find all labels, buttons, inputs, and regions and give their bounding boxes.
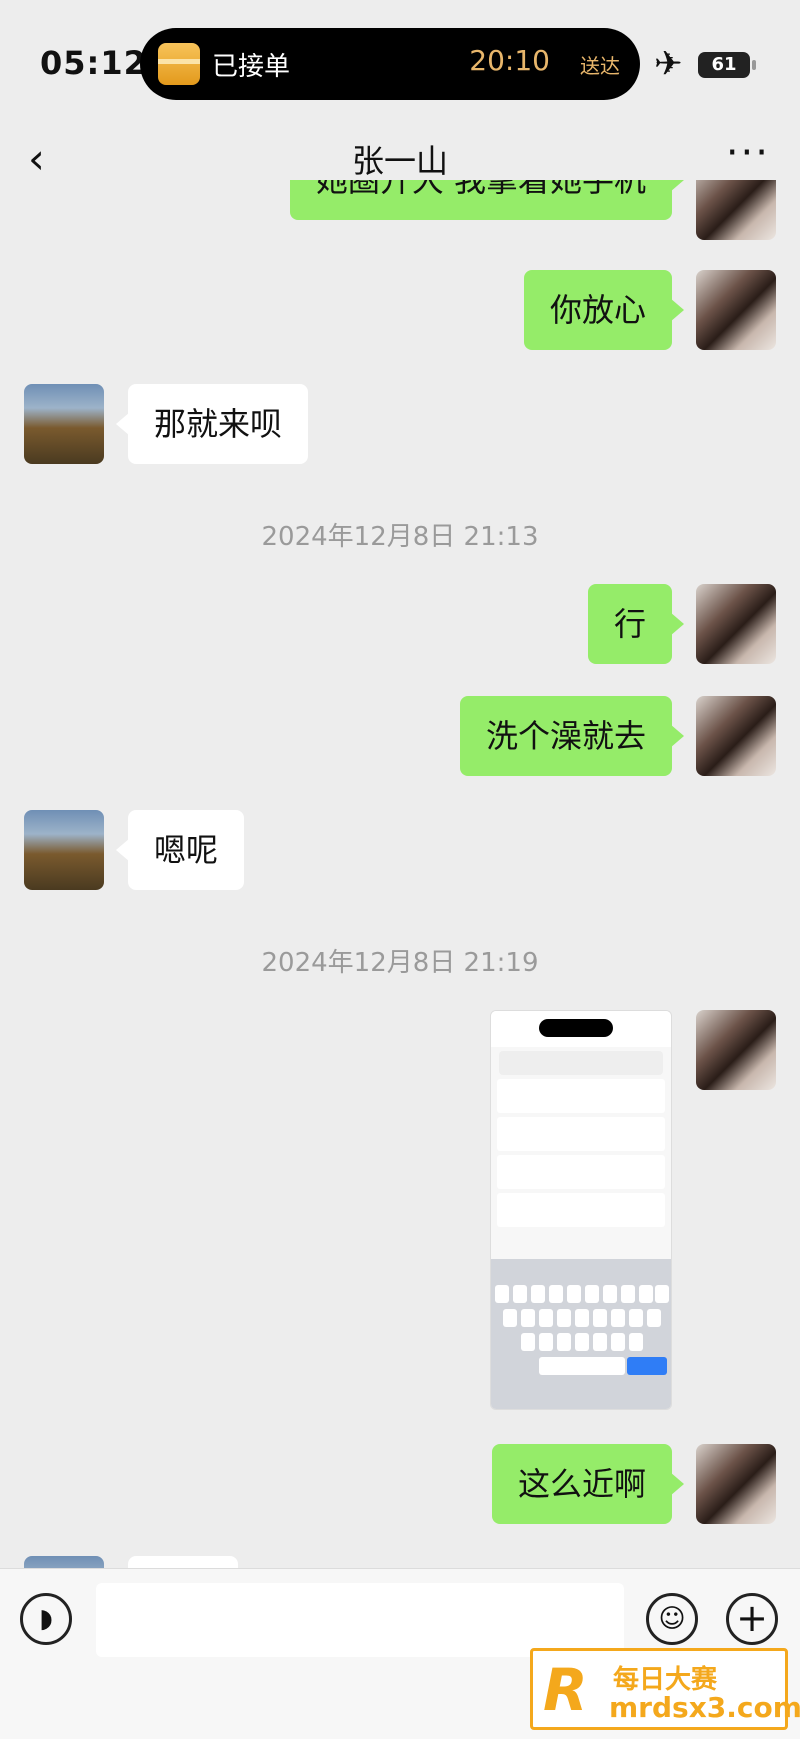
- thumb-keyboard: [491, 1259, 671, 1409]
- message-item: 你放心: [0, 270, 800, 350]
- thumb-search-key: [627, 1357, 667, 1375]
- avatar[interactable]: [696, 1010, 776, 1090]
- thumb-row: [497, 1079, 665, 1113]
- thumb-key: [531, 1285, 545, 1303]
- message-bubble[interactable]: 洗个澡就去: [459, 696, 685, 776]
- thumb-key: [603, 1285, 617, 1303]
- thumb-key: [549, 1285, 563, 1303]
- thumb-key: [539, 1309, 553, 1327]
- thumb-key: [593, 1309, 607, 1327]
- thumb-key: [513, 1285, 527, 1303]
- avatar[interactable]: [696, 180, 776, 240]
- message-bubble[interactable]: 她圈开大 我拿着她手机: [289, 180, 685, 220]
- thumb-key: [495, 1285, 509, 1303]
- thumb-key: [647, 1309, 661, 1327]
- live-activity[interactable]: 已接单 20:10 送达: [140, 28, 640, 100]
- thumb-key: [621, 1285, 635, 1303]
- thumb-key: [639, 1285, 653, 1303]
- message-bubble[interactable]: 你放心: [523, 270, 685, 350]
- watermark-url: mrdsx3.com: [609, 1691, 800, 1724]
- thumb-key: [585, 1285, 599, 1303]
- thumb-key: [575, 1309, 589, 1327]
- thumb-key: [575, 1333, 589, 1351]
- live-activity-label: 已接单: [212, 52, 291, 82]
- message-bubble[interactable]: [128, 1556, 238, 1568]
- phone-screenshot-image[interactable]: [490, 1010, 672, 1410]
- avatar[interactable]: [696, 1444, 776, 1524]
- thumb-island: [539, 1019, 613, 1037]
- battery-icon: 61: [698, 52, 756, 78]
- thumb-key: [557, 1333, 571, 1351]
- message-item: 行: [0, 584, 800, 664]
- plus-icon[interactable]: +: [726, 1593, 778, 1645]
- avatar[interactable]: [24, 1556, 104, 1568]
- message-bubble[interactable]: 行: [587, 584, 685, 664]
- thumb-row: [497, 1193, 665, 1227]
- avatar[interactable]: [24, 384, 104, 464]
- thumb-key: [629, 1309, 643, 1327]
- message-input[interactable]: [96, 1583, 624, 1657]
- thumb-key: [611, 1333, 625, 1351]
- message-bubble[interactable]: 那就来呗: [115, 384, 309, 464]
- voice-icon[interactable]: ◗: [20, 1593, 72, 1645]
- thumb-key: [593, 1333, 607, 1351]
- watermark: R 每日大赛 mrdsx3.com: [530, 1648, 800, 1730]
- live-activity-eta: 20:10: [469, 44, 550, 77]
- emoji-icon[interactable]: ☺: [646, 1593, 698, 1645]
- thumb-key: [611, 1309, 625, 1327]
- thumb-key: [655, 1285, 669, 1303]
- message-item: 洗个澡就去: [0, 696, 800, 776]
- status-time: 05:12: [40, 44, 147, 82]
- thumb-key: [567, 1285, 581, 1303]
- thumb-key: [539, 1333, 553, 1351]
- more-icon[interactable]: ···: [726, 130, 770, 176]
- message-item: [0, 1556, 800, 1568]
- thumb-key: [503, 1309, 517, 1327]
- thumb-key: [521, 1333, 535, 1351]
- timestamp: 2024年12月8日 21:19: [261, 948, 539, 978]
- timestamp: 2024年12月8日 21:13: [261, 522, 539, 552]
- live-activity-suffix: 送达: [580, 54, 620, 78]
- avatar[interactable]: [696, 584, 776, 664]
- message-item: 这么近啊: [0, 1444, 800, 1524]
- thumb-status-bar: [491, 1011, 671, 1047]
- thumb-space: [539, 1357, 625, 1375]
- package-icon: [158, 43, 200, 85]
- thumb-row: [497, 1155, 665, 1189]
- message-item: 那就来呗: [0, 384, 800, 464]
- thumb-search: [499, 1051, 663, 1075]
- status-bar: 05:12 已接单 20:10 送达 ✈ 61: [0, 0, 800, 110]
- message-bubble[interactable]: 这么近啊: [491, 1444, 685, 1524]
- avatar[interactable]: [696, 696, 776, 776]
- thumb-row: [497, 1117, 665, 1151]
- message-bubble[interactable]: 嗯呢: [115, 810, 245, 890]
- avatar[interactable]: [24, 810, 104, 890]
- chat-title: 张一山: [351, 142, 448, 180]
- airplane-icon: ✈: [654, 44, 683, 84]
- avatar[interactable]: [696, 270, 776, 350]
- message-item: 嗯呢: [0, 810, 800, 890]
- thumb-key: [521, 1309, 535, 1327]
- message-item: 她圈开大 我拿着她手机: [0, 180, 800, 240]
- watermark-logo: R: [543, 1656, 588, 1724]
- thumb-key: [557, 1309, 571, 1327]
- thumb-key: [629, 1333, 643, 1351]
